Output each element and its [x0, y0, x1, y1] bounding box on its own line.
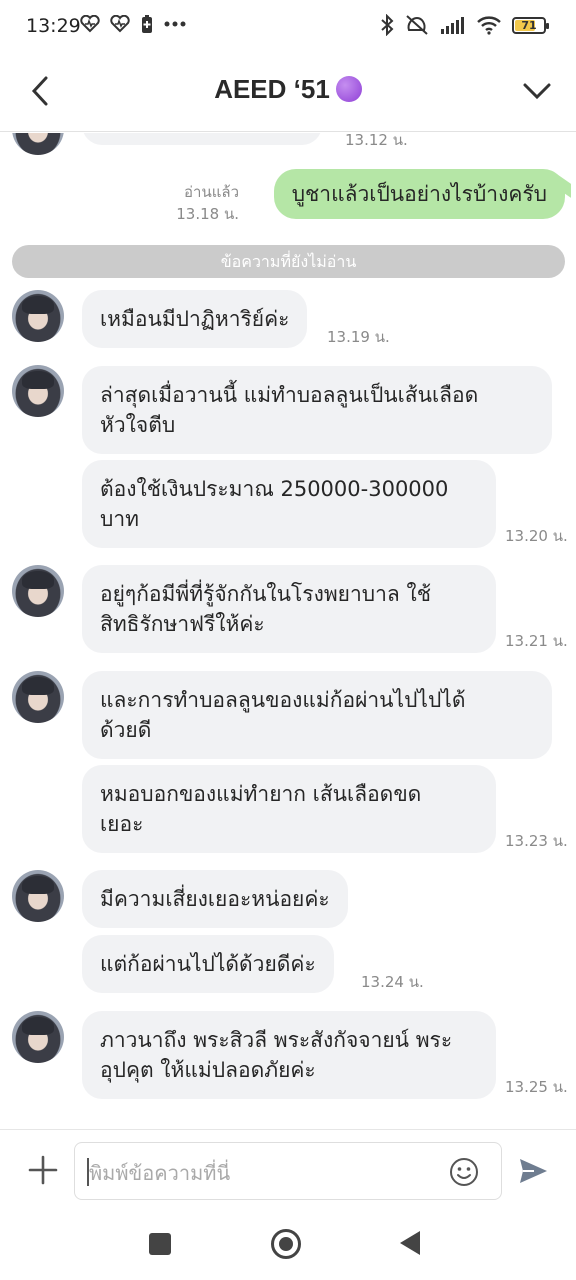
signal-icon [441, 17, 464, 34]
received-message-bubble[interactable]: และการทำบอลลูนของแม่ก้อผ่านไปไปได้ ด้วยด… [82, 671, 552, 759]
received-message-bubble[interactable]: หมอบอกของแม่ทำยาก เส้นเลือดขด เยอะ [82, 765, 496, 853]
battery-level: 71 [521, 18, 537, 32]
sent-message-bubble[interactable]: บูชาแล้วเป็นอย่างไรบ้างครับ [273, 169, 565, 219]
message-input[interactable]: พิมพ์ข้อความที่นี่ [74, 1142, 502, 1200]
message-time: 13.21 น. [505, 632, 568, 650]
status-bar: 13:29 71 [0, 0, 576, 56]
message-time: 13.25 น. [505, 1078, 568, 1096]
send-icon[interactable] [516, 1154, 550, 1188]
read-receipt: อ่านแล้ว 13.18 น. [176, 181, 239, 225]
avatar[interactable] [12, 365, 64, 417]
purple-circle-emoji-icon [335, 76, 362, 102]
message-bubble-partial[interactable] [82, 133, 322, 145]
chat-header: AEED ‘51 [0, 56, 576, 132]
plus-icon[interactable] [26, 1153, 60, 1187]
message-composer: พิมพ์ข้อความที่นี่ [0, 1129, 576, 1211]
message-time: 13.20 น. [505, 527, 568, 545]
message-time: 13.19 น. [327, 328, 390, 346]
avatar[interactable] [12, 870, 64, 922]
received-message-bubble[interactable]: ล่าสุดเมื่อวานนี้ แม่ทำบอลลูนเป็นเส้นเลื… [82, 366, 552, 454]
home-circle-icon[interactable] [271, 1229, 301, 1259]
avatar[interactable] [12, 671, 64, 723]
message-time: 13.24 น. [361, 973, 424, 991]
received-message-bubble[interactable]: มีความเสี่ยงเยอะหน่อยค่ะ [82, 870, 348, 928]
received-message-bubble[interactable]: อยู่ๆก้อมีพี่ที่รู้จักกันในโรงพยาบาล ใช้… [82, 565, 496, 653]
heart-wave-icon [80, 15, 100, 33]
heart-wave-icon [110, 15, 130, 33]
received-message-bubble[interactable]: แต่ก้อผ่านไปได้ด้วยดีค่ะ [82, 935, 334, 993]
chat-title: AEED ‘51 [0, 74, 576, 105]
bluetooth-icon [381, 14, 394, 36]
sent-time: 13.18 น. [176, 205, 239, 223]
unread-divider: ข้อความที่ยังไม่อ่าน [12, 245, 565, 278]
back-triangle-icon[interactable] [400, 1231, 420, 1255]
chevron-down-icon[interactable] [522, 76, 552, 106]
avatar[interactable] [12, 1011, 64, 1063]
system-nav-bar [0, 1211, 576, 1280]
message-time: 13.12 น. [345, 133, 408, 149]
received-message-bubble[interactable]: เหมือนมีปาฏิหาริย์ค่ะ [82, 290, 308, 348]
avatar[interactable] [12, 290, 64, 342]
battery-icon: 71 [512, 16, 549, 34]
avatar[interactable] [12, 133, 64, 155]
status-left-icons [80, 14, 186, 34]
wifi-icon [477, 16, 501, 35]
chat-messages[interactable]: 13.12 น. อ่านแล้ว 13.18 น. บูชาแล้วเป็นอ… [0, 133, 576, 1129]
status-time: 13:29 [26, 15, 81, 37]
recents-square-icon[interactable] [149, 1233, 171, 1255]
battery-saver-icon [142, 15, 152, 33]
smiley-icon[interactable] [449, 1157, 479, 1187]
status-right-icons: 71 [380, 14, 549, 36]
read-label: อ่านแล้ว [184, 183, 239, 201]
received-message-bubble[interactable]: ต้องใช้เงินประมาณ 250000-300000 บาท [82, 460, 496, 548]
vibrate-off-icon [406, 15, 428, 35]
message-time: 13.23 น. [505, 832, 568, 850]
received-message-bubble[interactable]: ภาวนาถึง พระสิวลี พระสังกัจจายน์ พระ อุป… [82, 1011, 496, 1099]
avatar[interactable] [12, 565, 64, 617]
more-dots-icon [164, 21, 186, 27]
chat-title-text: AEED ‘51 [214, 74, 330, 104]
message-input-placeholder: พิมพ์ข้อความที่นี่ [89, 1161, 231, 1185]
